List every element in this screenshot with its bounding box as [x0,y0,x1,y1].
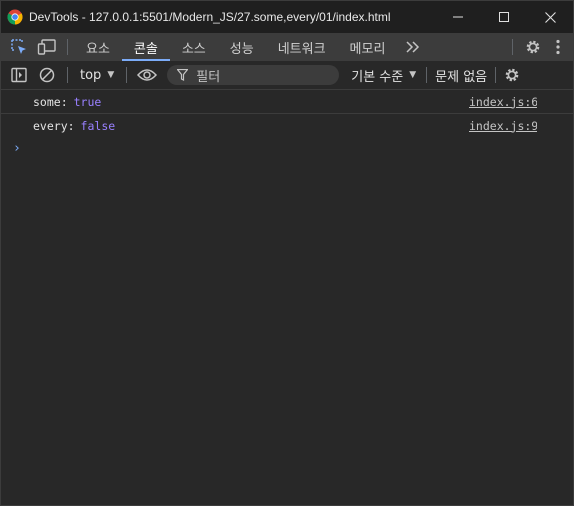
device-toggle-icon [37,39,56,55]
message-value: false [80,118,116,133]
toolbar-divider [67,67,68,83]
gear-icon [526,40,540,54]
context-label: top [80,67,102,83]
gear-icon [505,68,519,82]
tab-label: 메모리 [349,41,386,57]
maximize-button[interactable] [481,1,527,33]
show-sidebar-button[interactable] [5,61,33,89]
issues-label: 문제 없음 [435,69,488,85]
console-prompt[interactable]: › [1,137,573,159]
devtools-window: DevTools - 127.0.0.1:5501/Modern_JS/27.s… [0,0,574,506]
tab-elements[interactable]: 요소 [74,33,122,61]
clear-icon [39,67,55,83]
caret-down-icon: ▼ [107,70,115,80]
more-options-button[interactable] [547,33,569,61]
tab-network[interactable]: 네트워크 [266,33,338,61]
title-bar: DevTools - 127.0.0.1:5501/Modern_JS/27.s… [1,1,573,33]
window-controls [435,1,573,33]
inspect-element-button[interactable] [5,33,33,61]
source-link[interactable]: index.js:9 [469,119,537,133]
console-toolbar: top ▼ 필터 기본 수준 ▼ 문제 없음 [1,61,573,90]
prompt-chevron-icon: › [13,140,21,156]
minimize-icon [453,16,463,18]
source-link[interactable]: index.js:6 [469,95,537,109]
tabbar-right-controls [506,33,573,61]
log-level-label: 기본 수준 [351,69,404,85]
minimize-button[interactable] [435,1,481,33]
settings-button[interactable] [519,33,547,61]
message-key: some: [33,94,68,109]
inspect-icon [11,39,26,54]
message-value: true [73,94,102,109]
toolbar-divider [126,67,128,83]
context-selector[interactable]: top ▼ [74,61,120,89]
caret-down-icon: ▼ [409,70,417,80]
issues-counter[interactable]: 문제 없음 [435,66,487,85]
toolbar-divider [495,67,497,83]
toolbar-divider [426,67,428,83]
sidebar-toggle-icon [11,67,27,83]
panel-tab-bar: 요소 콘솔 소스 성능 네트워크 메모리 [1,33,573,61]
console-output: some: true index.js:6 every: false index… [1,90,573,505]
kebab-menu-icon [556,39,560,55]
tab-sources[interactable]: 소스 [170,33,218,61]
filter-icon [177,69,189,81]
log-level-dropdown[interactable]: 기본 수준 ▼ [351,66,416,85]
tab-label: 성능 [229,41,254,57]
live-expression-button[interactable] [133,61,161,89]
tab-label: 요소 [86,41,110,57]
window-title: DevTools - 127.0.0.1:5501/Modern_JS/27.s… [29,10,391,24]
device-toolbar-button[interactable] [33,33,61,61]
clear-console-button[interactable] [33,61,61,89]
filter-placeholder: 필터 [196,69,221,85]
filter-input[interactable]: 필터 [167,65,340,85]
tab-label: 네트워크 [277,41,326,57]
toolbar-divider [512,39,513,55]
chrome-icon [7,9,23,25]
toolbar-divider [67,39,68,55]
tab-console[interactable]: 콘솔 [121,33,170,61]
tab-performance[interactable]: 성능 [218,33,266,61]
tab-memory[interactable]: 메모리 [338,33,398,61]
maximize-icon [499,12,509,22]
chevron-double-right-icon [406,41,420,53]
tab-label: 소스 [181,41,206,57]
console-settings-button[interactable] [498,61,526,89]
console-message: some: true index.js:6 [1,90,573,114]
close-icon [544,11,556,23]
tab-label: 콘솔 [133,41,158,57]
eye-icon [137,69,158,81]
close-button[interactable] [527,1,573,33]
more-tabs-button[interactable] [399,33,427,61]
message-key: every: [33,118,75,133]
console-message: every: false index.js:9 [1,114,573,137]
